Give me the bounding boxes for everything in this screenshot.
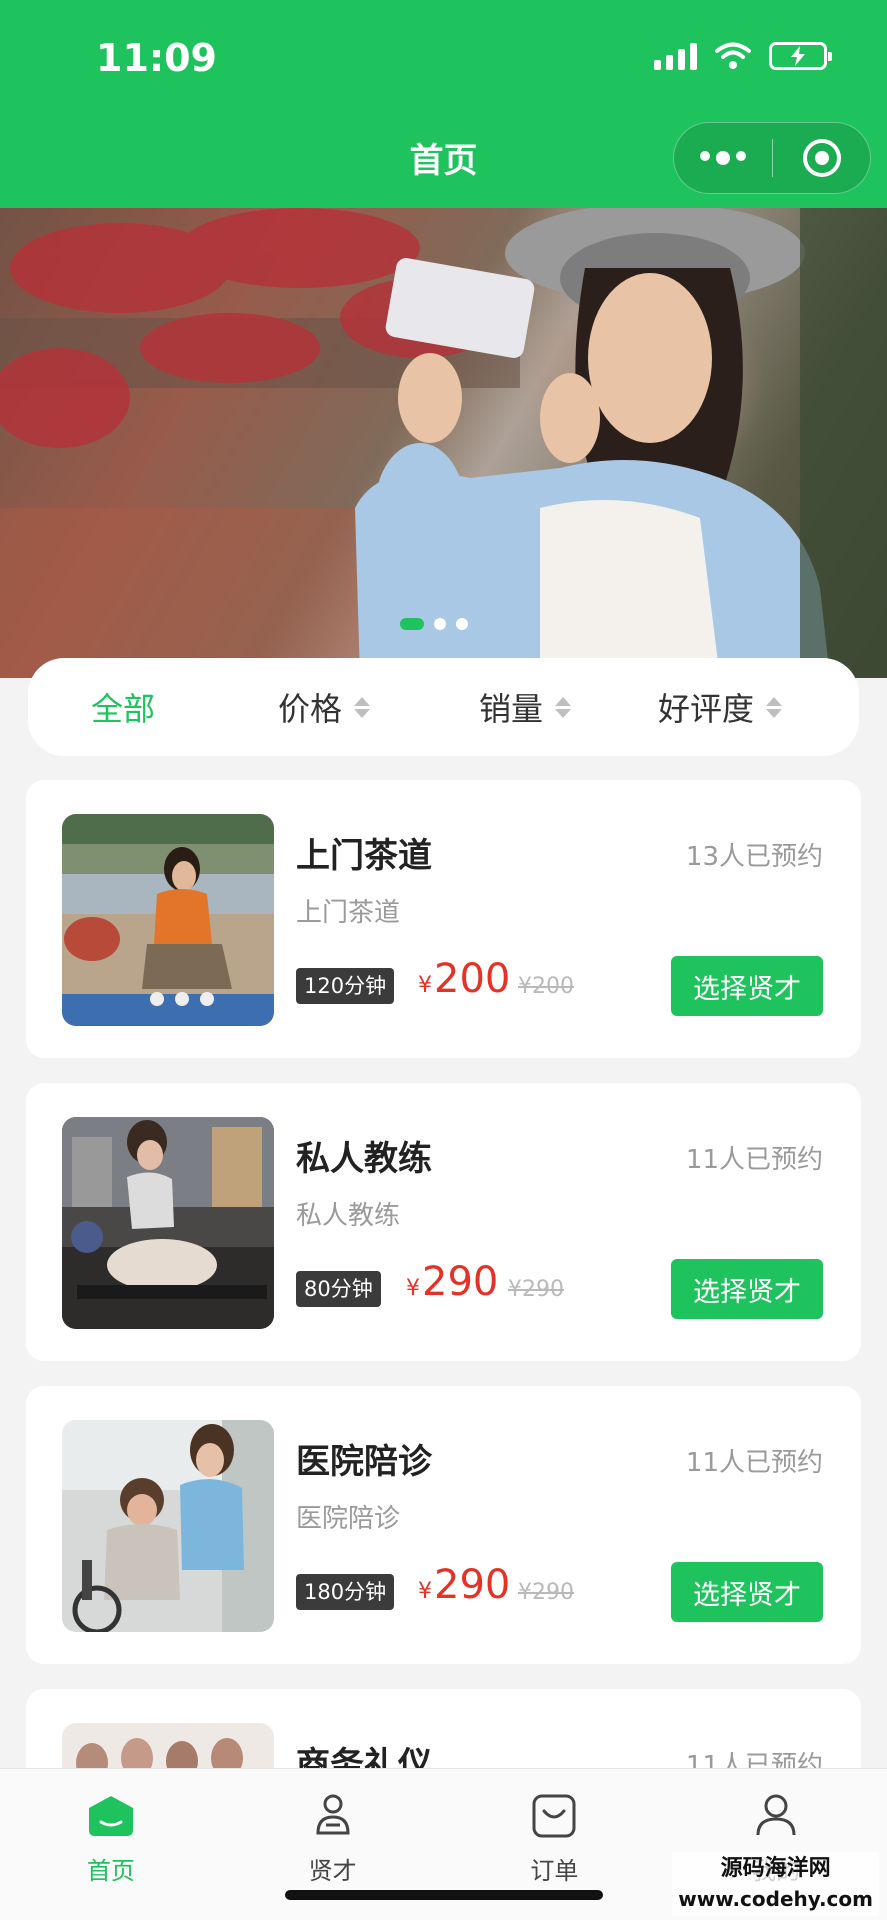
banner-carousel[interactable] — [0, 208, 887, 678]
currency-symbol: ¥ — [406, 1276, 420, 1301]
more-menu-icon[interactable] — [674, 151, 772, 165]
signal-icon — [654, 42, 697, 70]
duration-badge: 80分钟 — [296, 1271, 381, 1307]
price: ¥ 200 — [418, 956, 510, 1002]
service-title: 上门茶道 — [296, 836, 432, 876]
profile-icon — [754, 1789, 798, 1843]
order-bag-icon — [531, 1789, 577, 1843]
tab-label: 订单 — [530, 1857, 579, 1885]
service-thumbnail — [62, 814, 274, 1026]
service-card-trainer[interactable]: 私人教练 私人教练 11人已预约 80分钟 ¥ 290 ¥290 选择贤才 — [26, 1083, 861, 1361]
duration-badge: 180分钟 — [296, 1574, 395, 1610]
person-icon — [312, 1789, 354, 1843]
original-price: ¥290 — [508, 1277, 564, 1302]
status-time: 11:09 — [96, 36, 217, 80]
service-thumbnail — [62, 1117, 274, 1329]
filter-rating[interactable]: 好评度 — [620, 684, 820, 730]
filter-all[interactable]: 全部 — [28, 684, 218, 730]
price: ¥ 290 — [406, 1259, 498, 1305]
home-indicator — [285, 1890, 603, 1900]
watermark: 源码海洋网 www.codehy.com — [672, 1852, 879, 1916]
tab-label: 贤才 — [308, 1857, 357, 1885]
price-value: 290 — [422, 1259, 499, 1305]
banner-image — [0, 208, 887, 678]
sort-icon — [555, 696, 571, 718]
carousel-dot-active — [400, 618, 424, 630]
choose-talent-button[interactable]: 选择贤才 — [671, 1562, 823, 1622]
booked-count: 13人已预约 — [685, 842, 823, 872]
price-value: 290 — [434, 1562, 511, 1608]
service-thumbnail — [62, 1420, 274, 1632]
filter-label: 全部 — [90, 690, 155, 728]
original-price: ¥200 — [518, 974, 574, 999]
carousel-indicator — [400, 618, 468, 630]
filter-label: 价格 — [277, 690, 342, 728]
duration-badge: 120分钟 — [296, 968, 395, 1004]
price: ¥ 290 — [418, 1562, 510, 1608]
status-icons — [654, 42, 832, 70]
watermark-line2: www.codehy.com — [678, 1887, 873, 1911]
battery-charging-icon — [769, 42, 832, 70]
service-card-tea[interactable]: 上门茶道 上门茶道 13人已预约 120分钟 ¥ 200 ¥200 选择贤才 — [26, 780, 861, 1058]
choose-talent-button[interactable]: 选择贤才 — [671, 956, 823, 1016]
currency-symbol: ¥ — [418, 973, 432, 998]
wifi-icon — [715, 42, 751, 69]
service-subtitle: 上门茶道 — [296, 898, 401, 928]
sort-icon — [354, 696, 370, 718]
service-title: 私人教练 — [296, 1139, 432, 1179]
service-subtitle: 医院陪诊 — [296, 1504, 401, 1534]
mini-program-capsule — [673, 122, 871, 194]
service-subtitle: 私人教练 — [296, 1201, 401, 1231]
booked-count: 11人已预约 — [685, 1448, 823, 1478]
filter-sales[interactable]: 销量 — [430, 684, 620, 730]
filter-label: 好评度 — [657, 690, 754, 728]
tab-label: 首页 — [86, 1857, 135, 1885]
close-mini-program-icon[interactable] — [773, 137, 870, 179]
filter-label: 销量 — [478, 690, 543, 728]
carousel-dot — [456, 618, 468, 630]
service-card-hospital[interactable]: 医院陪诊 医院陪诊 11人已预约 180分钟 ¥ 290 ¥290 选择贤才 — [26, 1386, 861, 1664]
top-bar: 11:09 首页 — [0, 0, 887, 208]
original-price: ¥290 — [518, 1580, 574, 1605]
filter-bar: 全部 价格 销量 好评度 — [28, 658, 859, 756]
filter-price[interactable]: 价格 — [218, 684, 430, 730]
home-icon — [87, 1789, 135, 1843]
currency-symbol: ¥ — [418, 1579, 432, 1604]
price-value: 200 — [434, 956, 511, 1002]
carousel-dot — [434, 618, 446, 630]
tab-home[interactable]: 首页 — [0, 1769, 222, 1920]
sort-icon — [766, 696, 782, 718]
watermark-line1: 源码海洋网 — [720, 1856, 831, 1881]
booked-count: 11人已预约 — [685, 1145, 823, 1175]
choose-talent-button[interactable]: 选择贤才 — [671, 1259, 823, 1319]
service-title: 医院陪诊 — [296, 1442, 432, 1482]
